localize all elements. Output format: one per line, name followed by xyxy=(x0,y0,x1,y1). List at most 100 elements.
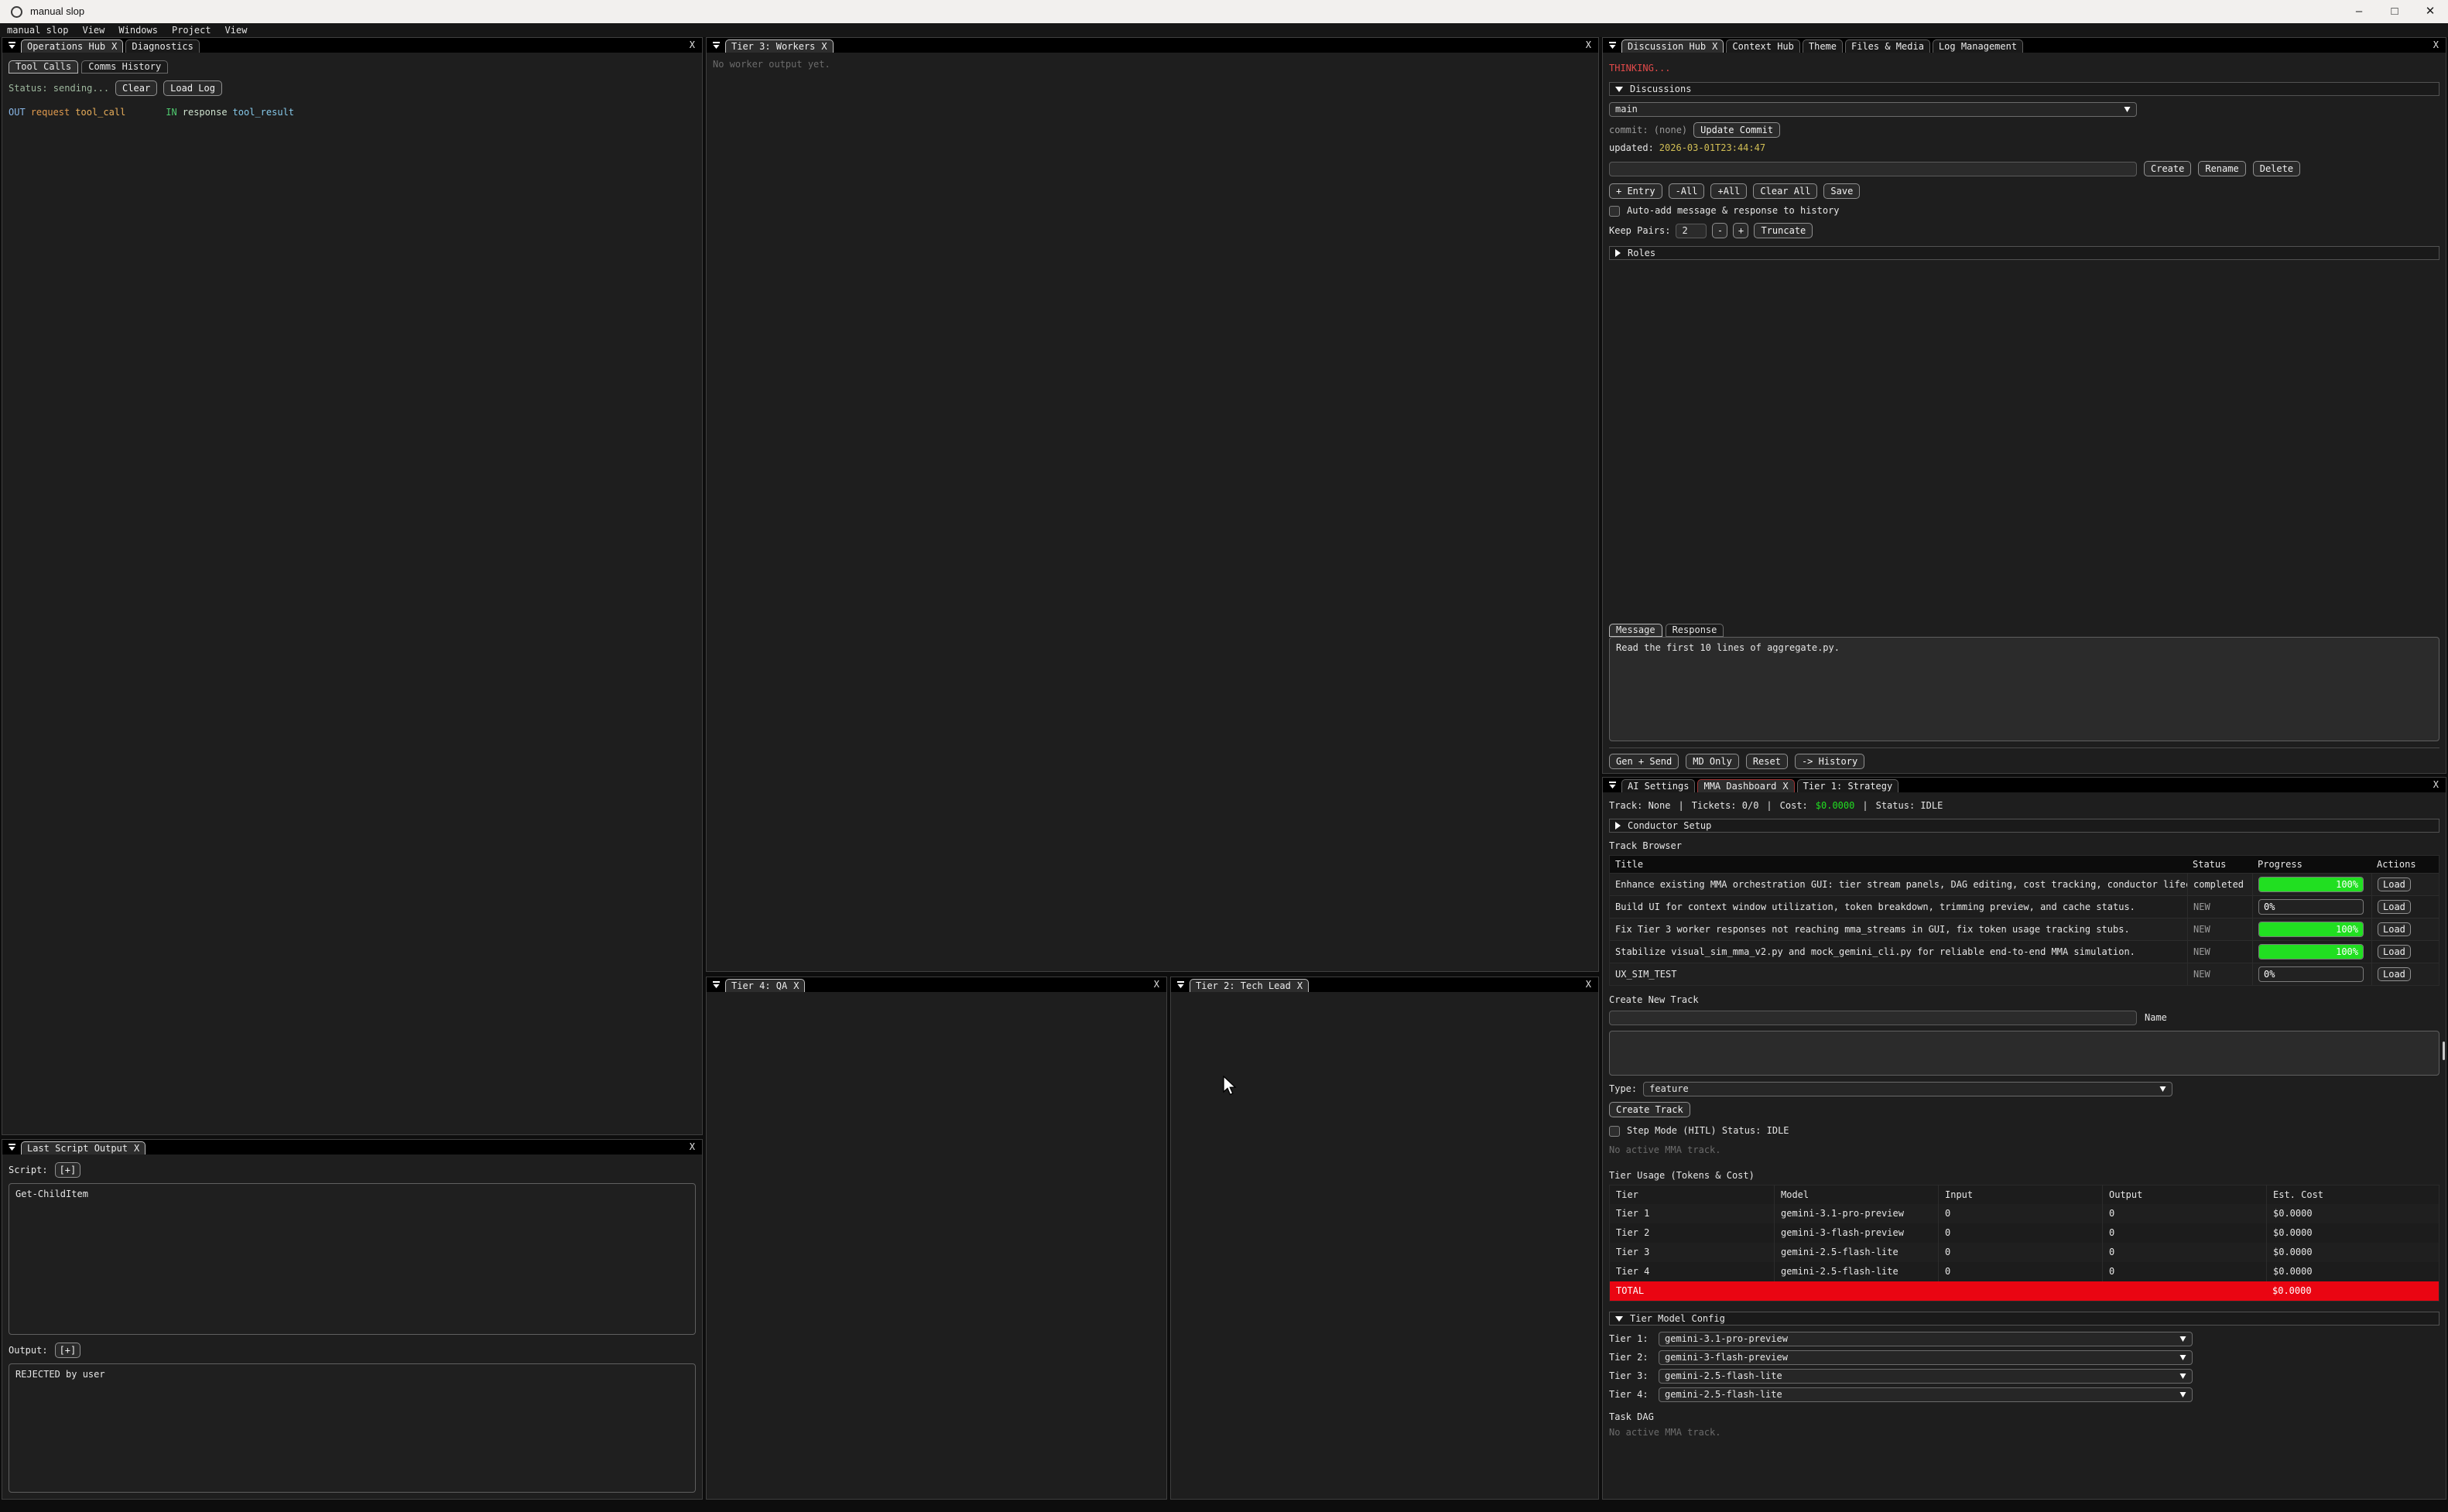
panel-close-icon[interactable]: X xyxy=(1147,979,1166,990)
legend-in-tag: IN xyxy=(166,107,176,118)
tab-diagnostics[interactable]: Diagnostics xyxy=(125,39,199,53)
tab-context-hub[interactable]: Context Hub xyxy=(1726,39,1799,53)
tab-discussion-hub[interactable]: Discussion Hub X xyxy=(1621,39,1724,53)
dock-collapse-icon[interactable] xyxy=(2,38,21,53)
panel-close-icon[interactable]: X xyxy=(683,39,702,51)
script-textarea[interactable]: Get-ChildItem xyxy=(9,1183,696,1335)
tier1-model-select[interactable]: gemini-3.1-pro-preview xyxy=(1659,1332,2193,1346)
menu-manual-slop[interactable]: manual slop xyxy=(0,25,75,36)
create-new-track-label: Create New Track xyxy=(1609,994,2439,1006)
subtab-tool-calls[interactable]: Tool Calls xyxy=(9,60,78,74)
delete-button[interactable]: Delete xyxy=(2253,161,2300,176)
dock-collapse-icon[interactable] xyxy=(707,38,725,53)
panel-close-icon[interactable]: X xyxy=(1579,39,1598,51)
message-textarea[interactable]: Read the first 10 lines of aggregate.py. xyxy=(1609,637,2439,741)
tier4-model-select[interactable]: gemini-2.5-flash-lite xyxy=(1659,1387,2193,1402)
tab-tier2-tech-lead[interactable]: Tier 2: Tech Lead X xyxy=(1190,979,1309,992)
panel-close-icon[interactable]: X xyxy=(1579,979,1598,990)
gen-send-button[interactable]: Gen + Send xyxy=(1609,754,1679,769)
step-mode-checkbox[interactable] xyxy=(1609,1126,1620,1137)
tab-close-icon[interactable]: X xyxy=(821,41,827,53)
subtab-comms-history[interactable]: Comms History xyxy=(81,60,168,74)
dock-collapse-icon[interactable] xyxy=(1603,38,1621,53)
create-button[interactable]: Create xyxy=(2144,161,2191,176)
tab-tier1-strategy[interactable]: Tier 1: Strategy xyxy=(1797,779,1899,792)
load-track-button[interactable]: Load xyxy=(2378,877,2411,891)
minimize-button[interactable]: – xyxy=(2341,0,2377,23)
discussion-branch-select[interactable]: main xyxy=(1609,102,2137,117)
menu-windows[interactable]: Windows xyxy=(111,25,165,36)
track-type-select[interactable]: feature xyxy=(1643,1082,2172,1096)
save-button[interactable]: Save xyxy=(1823,183,1860,199)
menu-view-2[interactable]: View xyxy=(218,25,255,36)
dock-collapse-icon[interactable] xyxy=(1171,977,1190,992)
keep-pairs-decrement-button[interactable]: - xyxy=(1712,223,1727,238)
message-tab[interactable]: Message xyxy=(1609,624,1662,637)
create-track-button[interactable]: Create Track xyxy=(1609,1102,1690,1117)
track-description-textarea[interactable] xyxy=(1609,1031,2439,1076)
track-name-input[interactable] xyxy=(1609,1011,2137,1025)
new-discussion-name-input[interactable] xyxy=(1609,162,2137,176)
load-track-button[interactable]: Load xyxy=(2378,967,2411,981)
tab-close-icon[interactable]: X xyxy=(1712,41,1717,53)
clear-all-button[interactable]: Clear All xyxy=(1753,183,1817,199)
md-only-button[interactable]: MD Only xyxy=(1686,754,1739,769)
load-track-button[interactable]: Load xyxy=(2378,922,2411,936)
rename-button[interactable]: Rename xyxy=(2198,161,2245,176)
reset-button[interactable]: Reset xyxy=(1746,754,1788,769)
tier3-model-select[interactable]: gemini-2.5-flash-lite xyxy=(1659,1369,2193,1384)
response-tab[interactable]: Response xyxy=(1666,624,1724,637)
add-entry-button[interactable]: + Entry xyxy=(1609,183,1662,199)
menu-project[interactable]: Project xyxy=(165,25,218,36)
load-track-button[interactable]: Load xyxy=(2378,945,2411,959)
discussions-collapsible-header[interactable]: Discussions xyxy=(1609,82,2439,96)
tier-model-config-collapsible-header[interactable]: Tier Model Config xyxy=(1609,1312,2439,1326)
collapse-all-button[interactable]: -All xyxy=(1669,183,1705,199)
tab-theme[interactable]: Theme xyxy=(1803,39,1843,53)
tab-tier4-qa[interactable]: Tier 4: QA X xyxy=(725,979,805,992)
keep-pairs-increment-button[interactable]: + xyxy=(1733,223,1748,238)
keep-pairs-input[interactable]: 2 xyxy=(1676,224,1707,238)
roles-collapsible-header[interactable]: Roles xyxy=(1609,246,2439,260)
to-history-button[interactable]: -> History xyxy=(1795,754,1864,769)
conductor-setup-collapsible-header[interactable]: Conductor Setup xyxy=(1609,819,2439,833)
script-expand-button[interactable]: [+] xyxy=(55,1162,81,1178)
panel-close-icon[interactable]: X xyxy=(683,1141,702,1153)
output-textarea[interactable]: REJECTED by user xyxy=(9,1363,696,1493)
panel-close-icon[interactable]: X xyxy=(2426,779,2446,791)
status-text: Status: sending... xyxy=(9,83,109,94)
tab-mma-dashboard[interactable]: MMA Dashboard X xyxy=(1697,779,1794,792)
dock-collapse-icon[interactable] xyxy=(2,1140,21,1155)
track-row: Fix Tier 3 worker responses not reaching… xyxy=(1610,918,2439,940)
panel-close-icon[interactable]: X xyxy=(2426,39,2446,51)
tab-ai-settings[interactable]: AI Settings xyxy=(1621,779,1695,792)
maximize-button[interactable]: □ xyxy=(2377,0,2412,23)
load-track-button[interactable]: Load xyxy=(2378,900,2411,914)
discussion-tabbar: Discussion Hub X Context Hub Theme Files… xyxy=(1603,38,2446,53)
menu-view-1[interactable]: View xyxy=(75,25,111,36)
scrollbar-thumb[interactable] xyxy=(2443,1042,2445,1060)
truncate-button[interactable]: Truncate xyxy=(1754,223,1813,238)
tab-log-management[interactable]: Log Management xyxy=(1933,39,2023,53)
tab-operations-hub[interactable]: Operations Hub X xyxy=(21,39,123,53)
expand-all-button[interactable]: +All xyxy=(1710,183,1747,199)
close-button[interactable]: ✕ xyxy=(2412,0,2448,23)
tab-close-icon[interactable]: X xyxy=(134,1143,139,1155)
dock-collapse-icon[interactable] xyxy=(707,977,725,992)
output-expand-button[interactable]: [+] xyxy=(55,1343,81,1358)
tab-close-icon[interactable]: X xyxy=(1297,980,1303,992)
dock-collapse-icon[interactable] xyxy=(1603,778,1621,792)
tab-close-icon[interactable]: X xyxy=(111,41,117,53)
autoadd-checkbox[interactable] xyxy=(1609,206,1620,217)
legend-out-tag: OUT xyxy=(9,107,26,118)
update-commit-button[interactable]: Update Commit xyxy=(1693,122,1780,138)
tab-tier3-workers[interactable]: Tier 3: Workers X xyxy=(725,39,834,53)
tab-last-script-output[interactable]: Last Script Output X xyxy=(21,1141,146,1155)
keep-pairs-label: Keep Pairs: xyxy=(1609,225,1670,237)
tab-close-icon[interactable]: X xyxy=(1782,781,1788,792)
load-log-button[interactable]: Load Log xyxy=(163,80,222,96)
clear-button[interactable]: Clear xyxy=(115,80,157,96)
tab-files-media[interactable]: Files & Media xyxy=(1845,39,1930,53)
tab-close-icon[interactable]: X xyxy=(793,980,799,992)
tier2-model-select[interactable]: gemini-3-flash-preview xyxy=(1659,1350,2193,1365)
